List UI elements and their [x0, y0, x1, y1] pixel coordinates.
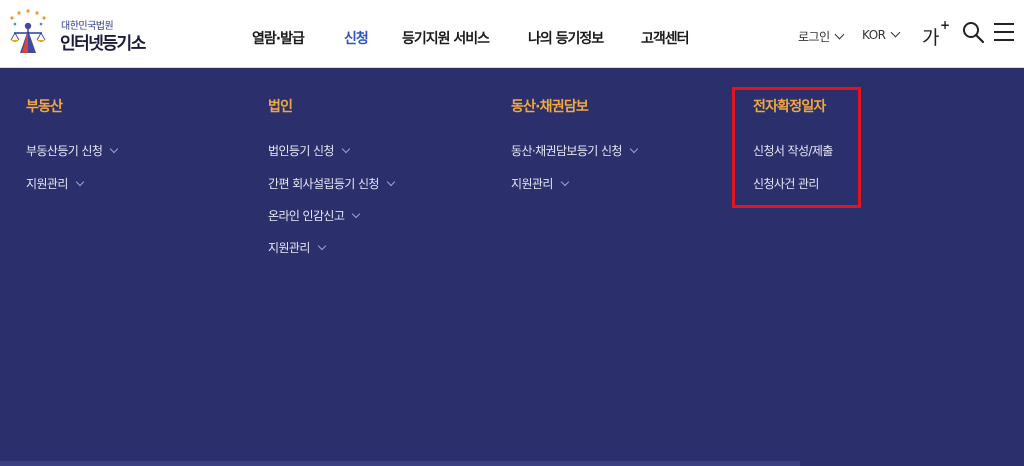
menu-item-support-management[interactable]: 지원관리: [268, 239, 327, 256]
menu-item-label: 지원관리: [268, 241, 310, 255]
column-title: 법인: [268, 99, 293, 115]
court-emblem-icon: [10, 9, 46, 53]
menu-item-label: 지원관리: [511, 177, 553, 191]
chevron-down-icon: [317, 241, 327, 251]
language-dropdown[interactable]: KOR: [862, 27, 900, 42]
menu-item-online-seal-report[interactable]: 온라인 인감신고: [268, 207, 361, 224]
column-title: 부동산: [26, 99, 63, 115]
logo-title: 인터넷등기소: [60, 34, 146, 54]
language-label: KOR: [862, 28, 886, 42]
menu-item-label: 지원관리: [26, 177, 68, 191]
column-title: 동산·채권담보: [511, 99, 589, 115]
login-dropdown[interactable]: 로그인: [798, 28, 845, 45]
menu-item-label: 간편 회사설립등기 신청: [268, 177, 379, 191]
login-label: 로그인: [798, 30, 830, 44]
site-header: 대한민국법원 인터넷등기소 열람·발급 신청 등기지원 서비스 나의 등기정보 …: [0, 0, 1024, 68]
nav-item-customer-center[interactable]: 고객센터: [641, 28, 690, 48]
chevron-down-icon: [352, 209, 361, 219]
chevron-down-icon: [386, 177, 396, 187]
font-size-label: 가: [922, 27, 940, 49]
menu-item-support-management[interactable]: 지원관리: [511, 175, 570, 192]
font-size-button[interactable]: 가 +: [922, 18, 952, 49]
menu-item-label: 법인등기 신청: [268, 144, 334, 158]
menu-item-label: 온라인 인감신고: [268, 209, 345, 223]
chevron-down-icon: [890, 27, 900, 38]
nav-item-support-service[interactable]: 등기지원 서비스: [402, 28, 490, 48]
nav-item-application[interactable]: 신청: [344, 28, 369, 48]
menu-item-support-management[interactable]: 지원관리: [26, 175, 85, 192]
chevron-down-icon: [629, 144, 639, 154]
chevron-down-icon: [834, 29, 845, 40]
menu-item-simple-company-registration[interactable]: 간편 회사설립등기 신청: [268, 175, 396, 192]
hamburger-menu-icon[interactable]: [993, 21, 1015, 43]
plus-icon: +: [940, 18, 951, 32]
site-logo[interactable]: 대한민국법원 인터넷등기소: [6, 9, 166, 59]
menu-item-collateral-registration[interactable]: 동산·채권담보등기 신청: [511, 142, 639, 159]
mega-menu-panel: 부동산 부동산등기 신청 지원관리 법인 법인등기 신청 간편 회사설립등기 신…: [0, 69, 1024, 466]
menu-item-label: 부동산등기 신청: [26, 144, 103, 158]
menu-item-label: 동산·채권담보등기 신청: [511, 144, 622, 158]
chevron-down-icon: [110, 144, 119, 154]
menu-item-corporate-registration[interactable]: 법인등기 신청: [268, 142, 351, 159]
scroll-track: [0, 461, 800, 466]
nav-item-my-info[interactable]: 나의 등기정보: [528, 28, 604, 48]
page: 대한민국법원 인터넷등기소 열람·발급 신청 등기지원 서비스 나의 등기정보 …: [0, 0, 1024, 466]
highlight-box: [732, 87, 861, 208]
nav-item-inquiry[interactable]: 열람·발급: [252, 28, 305, 48]
chevron-down-icon: [341, 144, 351, 154]
menu-item-real-estate-registration[interactable]: 부동산등기 신청: [26, 142, 119, 159]
chevron-down-icon: [75, 177, 85, 187]
chevron-down-icon: [560, 177, 570, 187]
search-icon[interactable]: [961, 20, 985, 44]
